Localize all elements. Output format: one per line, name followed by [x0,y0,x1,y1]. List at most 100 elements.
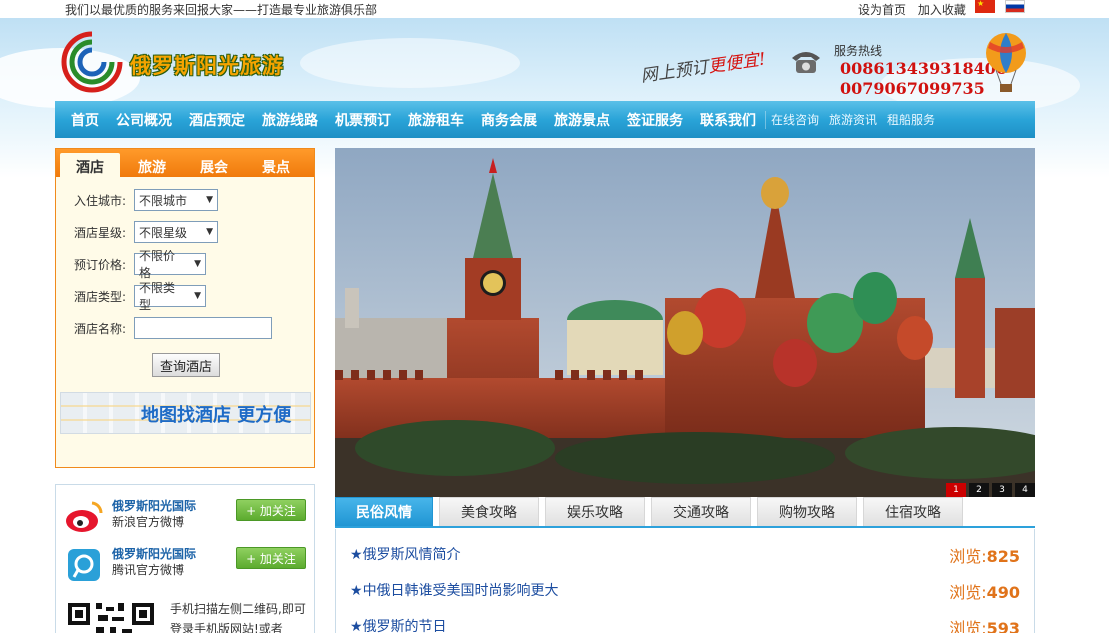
dropdown-arrow-icon: ▼ [206,195,213,205]
weibo-follow-button[interactable]: + 加关注 [236,499,306,521]
search-tabs: 酒店 旅游 展会 景点 [56,149,314,177]
price-select[interactable]: 不限价格 ▼ [134,249,206,280]
views-number: 490 [986,583,1020,602]
slide-pager: 1 2 3 4 [943,483,1035,497]
china-flag-icon[interactable] [975,0,995,13]
nav-sub-boat-rental[interactable]: 租船服务 [887,111,935,128]
guide-article-list: ★俄罗斯风情简介 浏览:825 ★中俄日韩谁受美国时尚影响更大 浏览:490 ★… [335,529,1035,633]
nav-item-company[interactable]: 公司概况 [116,110,172,130]
nav-item-car-rental[interactable]: 旅游租车 [408,110,464,130]
list-item[interactable]: ★中俄日韩谁受美国时尚影响更大 浏览:490 [350,575,1024,605]
tencent-follow-button[interactable]: + 加关注 [236,547,306,569]
tab-exhibition[interactable]: 展会 [184,153,244,177]
weibo-row: 俄罗斯阳光国际 新浪官方微博 + 加关注 [64,495,309,539]
guide-tabs: 民俗风情 美食攻略 娱乐攻略 交通攻略 购物攻略 住宿攻略 [335,497,1035,528]
hero-slideshow[interactable]: 1 2 3 4 [335,148,1035,497]
tab-folk-customs[interactable]: 民俗风情 [335,497,433,526]
price-label: 预订价格: [74,257,127,272]
dropdown-arrow-icon: ▼ [194,291,201,301]
dropdown-arrow-icon: ▼ [194,259,201,269]
sina-weibo-icon[interactable] [64,499,104,535]
qr-description: 手机扫描左侧二维码,即可登录手机版网站!或者 [170,602,306,633]
hotel-name-input[interactable] [134,317,272,339]
bookmark-link[interactable]: 加入收藏 [918,3,966,17]
hotline-label: 服务热线 [834,44,883,58]
top-links: 设为首页 加入收藏 [858,1,974,18]
star-row: 酒店星级: 不限星级 ▼ [74,221,218,243]
nav-item-routes[interactable]: 旅游线路 [262,110,318,130]
map-banner-text: 地图找酒店 更方便 [141,405,292,426]
russia-flag-icon[interactable] [1005,0,1025,13]
nav-item-attractions[interactable]: 旅游景点 [554,110,610,130]
weibo-subtitle: 新浪官方微博 [112,515,185,529]
views-label: 浏览: [949,547,987,566]
nav-separator [765,110,766,129]
views-number: 825 [986,547,1020,566]
views-label: 浏览: [949,583,987,602]
article-title-text: 俄罗斯的节日 [362,619,447,633]
star-select-value: 不限星级 [139,225,188,240]
logo-text[interactable]: 俄罗斯阳光旅游 [130,50,284,80]
slide-page-4[interactable]: 4 [1015,483,1035,497]
tencent-weibo-icon[interactable] [64,547,104,583]
hot-air-balloon-icon [986,33,1026,92]
list-item[interactable]: ★俄罗斯的节日 浏览:593 [350,611,1024,633]
view-count: 浏览:490 [949,579,1020,603]
qr-code-icon [68,603,154,633]
nav-item-contact[interactable]: 联系我们 [700,110,756,130]
social-panel: 俄罗斯阳光国际 新浪官方微博 + 加关注 俄罗斯阳光国际 腾讯官方微博 + 加关… [55,484,315,633]
search-panel: 酒店 旅游 展会 景点 入住城市: 不限城市 ▼ 酒店星级: 不限星级 ▼ 预订… [55,148,315,468]
name-row: 酒店名称: [74,317,272,339]
name-label: 酒店名称: [74,321,127,336]
nav-sub-consult[interactable]: 在线咨询 [771,111,819,128]
tab-food-guide[interactable]: 美食攻略 [439,497,539,526]
tab-shopping-guide[interactable]: 购物攻略 [757,497,857,526]
set-home-link[interactable]: 设为首页 [858,3,906,17]
top-bar: 我们以最优质的服务来回报大家——打造最专业旅游俱乐部 设为首页 加入收藏 [0,0,1109,18]
tab-attraction[interactable]: 景点 [246,153,306,177]
city-label: 入住城市: [74,193,127,208]
city-select[interactable]: 不限城市 ▼ [134,189,218,211]
nav-item-exhibitions[interactable]: 商务会展 [481,110,537,130]
tencent-subtitle: 腾讯官方微博 [112,563,185,577]
slide-page-2[interactable]: 2 [969,483,989,497]
promo-highlight: 更便宜! [706,49,767,78]
search-hotel-button[interactable]: 查询酒店 [152,353,220,377]
weibo-name[interactable]: 俄罗斯阳光国际 [112,497,196,514]
hotline-number-2: 0079067099735 [840,79,985,98]
logo-icon[interactable] [58,28,126,96]
city-select-value: 不限城市 [139,193,188,208]
type-label: 酒店类型: [74,289,127,304]
tab-lodging-guide[interactable]: 住宿攻略 [863,497,963,526]
nav-sub-news[interactable]: 旅游资讯 [829,111,877,128]
nav-item-flights[interactable]: 机票预订 [335,110,391,130]
tencent-name[interactable]: 俄罗斯阳光国际 [112,545,196,562]
slide-page-1[interactable]: 1 [946,483,966,497]
list-item[interactable]: ★俄罗斯风情简介 浏览:825 [350,539,1024,569]
article-title[interactable]: ★俄罗斯的节日 [350,616,447,633]
map-hotel-banner[interactable]: 地图找酒店 更方便 [60,392,311,434]
article-title[interactable]: ★中俄日韩谁受美国时尚影响更大 [350,580,559,600]
city-row: 入住城市: 不限城市 ▼ [74,189,218,211]
nav-item-hotel[interactable]: 酒店预定 [189,110,245,130]
view-count: 浏览:825 [949,543,1020,567]
views-number: 593 [986,619,1020,633]
nav-item-visa[interactable]: 签证服务 [627,110,683,130]
tab-entertainment-guide[interactable]: 娱乐攻略 [545,497,645,526]
type-select-value: 不限类型 [139,281,176,312]
tab-hotel[interactable]: 酒店 [60,153,120,177]
view-count: 浏览:593 [949,615,1020,633]
star-select[interactable]: 不限星级 ▼ [134,221,218,243]
price-select-value: 不限价格 [139,249,176,280]
nav-item-home[interactable]: 首页 [71,110,99,130]
tab-travel[interactable]: 旅游 [122,153,182,177]
site-header: 俄罗斯阳光旅游 网上预订更便宜! 服务热线 008613439318406 00… [0,18,1109,100]
tencent-row: 俄罗斯阳光国际 腾讯官方微博 + 加关注 [64,543,309,587]
type-row: 酒店类型: 不限类型 ▼ [74,281,206,312]
dropdown-arrow-icon: ▼ [206,227,213,237]
slide-page-3[interactable]: 3 [992,483,1012,497]
article-title[interactable]: ★俄罗斯风情简介 [350,544,461,564]
type-select[interactable]: 不限类型 ▼ [134,281,206,312]
tab-transport-guide[interactable]: 交通攻略 [651,497,751,526]
article-title-text: 俄罗斯风情简介 [362,547,461,563]
